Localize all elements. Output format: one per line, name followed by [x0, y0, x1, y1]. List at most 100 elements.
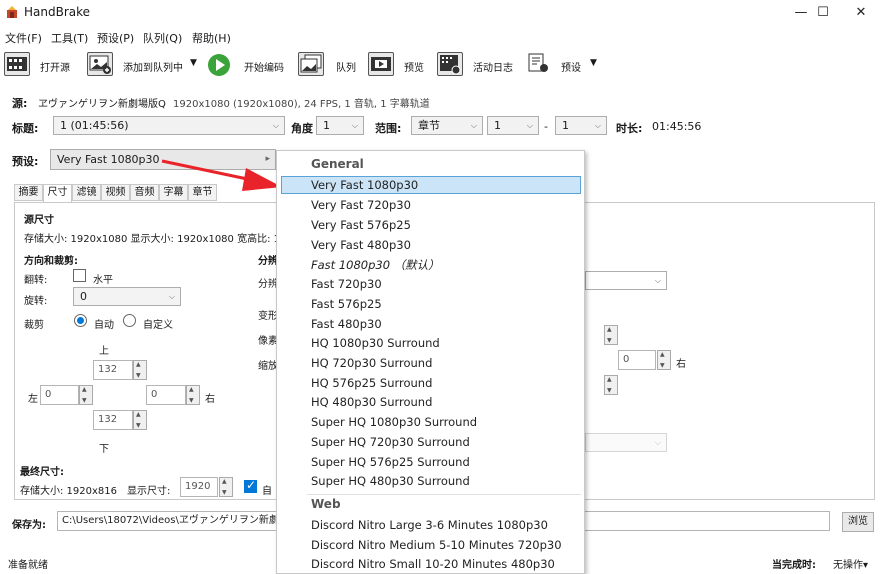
menu-presets[interactable]: 预设(P): [97, 30, 134, 46]
preview-button[interactable]: 预览: [404, 59, 424, 74]
presets-icon[interactable]: [526, 52, 552, 76]
range-type-select[interactable]: 章节 ⌵: [411, 116, 483, 135]
presets-button[interactable]: 预设: [561, 59, 581, 74]
crop-top-stepper[interactable]: [133, 360, 147, 380]
preset-item[interactable]: Fast 720p30: [311, 277, 382, 291]
menu-tools[interactable]: 工具(T): [51, 30, 88, 46]
preset-item[interactable]: Discord Nitro Large 3-6 Minutes 1080p30: [311, 518, 548, 532]
range-start-select[interactable]: 1 ⌵: [487, 116, 539, 135]
range-label: 范围:: [375, 122, 402, 135]
preset-item[interactable]: Super HQ 576p25 Surround: [311, 455, 470, 469]
source-name: ヱヴァンゲリヲン新劇場版Q: [38, 99, 166, 110]
tab-dimensions[interactable]: 尺寸: [43, 184, 72, 203]
tab-subtitles[interactable]: 字幕: [159, 184, 188, 201]
preset-item[interactable]: Discord Nitro Small 10-20 Minutes 480p30: [311, 557, 555, 571]
scale-stepper[interactable]: [604, 375, 618, 395]
rotate-label: 旋转:: [24, 296, 48, 307]
preset-item-default[interactable]: Fast 1080p30 （默认）: [311, 257, 440, 273]
crop-right-stepper[interactable]: [186, 385, 200, 405]
preset-item[interactable]: Super HQ 1080p30 Surround: [311, 415, 477, 429]
crop-left-stepper[interactable]: [79, 385, 93, 405]
menu-file[interactable]: 文件(F): [5, 30, 42, 46]
final-storage-size: 存储大小: 1920x816: [20, 486, 118, 497]
source-info: 1920x1080 (1920x1080), 24 FPS, 1 音轨, 1 字…: [173, 99, 430, 110]
angle-select[interactable]: 1 ⌵: [316, 116, 364, 135]
pad-right-input[interactable]: 0: [618, 350, 656, 370]
pixel-stepper[interactable]: [604, 325, 618, 345]
preset-item[interactable]: HQ 480p30 Surround: [311, 395, 432, 409]
activity-log-icon[interactable]: [437, 52, 463, 76]
flip-horizontal-checkbox[interactable]: [73, 269, 86, 282]
close-button[interactable]: ✕: [838, 0, 882, 26]
colorspace-select[interactable]: ⌵: [585, 433, 667, 452]
browse-button[interactable]: 浏览: [842, 512, 874, 532]
handbrake-logo-icon: [7, 6, 17, 18]
crop-bottom-stepper[interactable]: [133, 410, 147, 430]
preset-item[interactable]: Very Fast 576p25: [311, 218, 411, 232]
final-auto-checkbox[interactable]: [244, 478, 257, 493]
save-as-label: 保存为:: [12, 520, 46, 531]
crop-custom-radio[interactable]: [123, 314, 136, 327]
add-to-queue-dropdown-icon[interactable]: ▼: [190, 58, 197, 68]
queue-button[interactable]: 队列: [336, 59, 356, 74]
menu-queue[interactable]: 队列(Q): [143, 30, 182, 46]
pad-right-stepper[interactable]: [657, 350, 671, 370]
preset-item[interactable]: Very Fast 1080p30: [311, 178, 418, 192]
toolbar: 打开源 添加到队列中 ▼ 开始编码 队列 预览 活动日志 预设 ▼: [0, 48, 882, 82]
range-end-select[interactable]: 1 ⌵: [555, 116, 607, 135]
preset-item[interactable]: HQ 720p30 Surround: [311, 356, 432, 370]
film-icon[interactable]: [4, 52, 30, 76]
menu-help[interactable]: 帮助(H): [192, 30, 231, 46]
crop-right-input[interactable]: 0: [146, 385, 186, 405]
angle-label: 角度: [291, 122, 313, 135]
preset-item[interactable]: Very Fast 480p30: [311, 238, 411, 252]
chevron-down-icon: ⌵: [526, 121, 533, 130]
flip-label: 翻转:: [24, 275, 48, 286]
play-icon[interactable]: [207, 53, 231, 77]
final-display-stepper[interactable]: [219, 477, 233, 497]
crop-label: 裁剪: [24, 320, 44, 331]
when-done-dropdown[interactable]: 无操作▾: [833, 556, 868, 571]
resolution-heading: 分辨: [258, 256, 278, 267]
queue-icon[interactable]: [298, 52, 324, 76]
final-display-label: 显示尺寸:: [127, 486, 171, 497]
preset-item[interactable]: Fast 480p30: [311, 317, 382, 331]
final-display-input[interactable]: 1920: [180, 477, 218, 497]
tab-summary[interactable]: 摘要: [14, 184, 43, 201]
group-separator: [307, 494, 581, 495]
range-start-value: 1: [494, 119, 501, 132]
start-encode-button[interactable]: 开始编码: [244, 59, 284, 74]
crop-bottom-input[interactable]: 132: [93, 410, 133, 430]
presets-dropdown-icon[interactable]: ▼: [590, 58, 597, 68]
preset-select-value: Very Fast 1080p30: [57, 153, 160, 166]
preset-item[interactable]: Discord Nitro Medium 5-10 Minutes 720p30: [311, 538, 562, 552]
resolution-select[interactable]: ⌵: [585, 271, 667, 290]
orientation-heading: 方向和裁剪:: [24, 256, 78, 267]
open-source-button[interactable]: 打开源: [40, 59, 70, 74]
duration-label: 时长:: [616, 122, 643, 135]
preview-icon[interactable]: [368, 52, 394, 76]
tab-audio[interactable]: 音频: [130, 184, 159, 201]
crop-auto-radio[interactable]: [74, 314, 87, 327]
preset-item[interactable]: HQ 576p25 Surround: [311, 376, 432, 390]
tab-filters[interactable]: 滤镜: [72, 184, 101, 201]
preset-label: 预设:: [12, 155, 39, 168]
menu-bar: 文件(F) 工具(T) 预设(P) 队列(Q) 帮助(H): [0, 27, 882, 47]
add-to-queue-icon[interactable]: [87, 52, 113, 76]
rotate-select[interactable]: 0 ⌵: [73, 287, 181, 306]
crop-right-label: 右: [205, 394, 215, 405]
group-header-web: Web: [311, 497, 341, 511]
title-select[interactable]: 1 (01:45:56) ⌵: [53, 116, 285, 135]
preset-item[interactable]: Very Fast 720p30: [311, 198, 411, 212]
tab-video[interactable]: 视频: [101, 184, 130, 201]
crop-left-input[interactable]: 0: [40, 385, 79, 405]
preset-item[interactable]: Super HQ 480p30 Surround: [311, 474, 470, 488]
preset-item[interactable]: Fast 576p25: [311, 297, 382, 311]
crop-top-input[interactable]: 132: [93, 360, 133, 380]
activity-log-button[interactable]: 活动日志: [473, 59, 513, 74]
flip-option-label: 水平: [93, 275, 113, 286]
add-to-queue-button[interactable]: 添加到队列中: [123, 59, 183, 74]
tab-chapters[interactable]: 章节: [188, 184, 217, 201]
preset-item[interactable]: Super HQ 720p30 Surround: [311, 435, 470, 449]
preset-item[interactable]: HQ 1080p30 Surround: [311, 336, 440, 350]
